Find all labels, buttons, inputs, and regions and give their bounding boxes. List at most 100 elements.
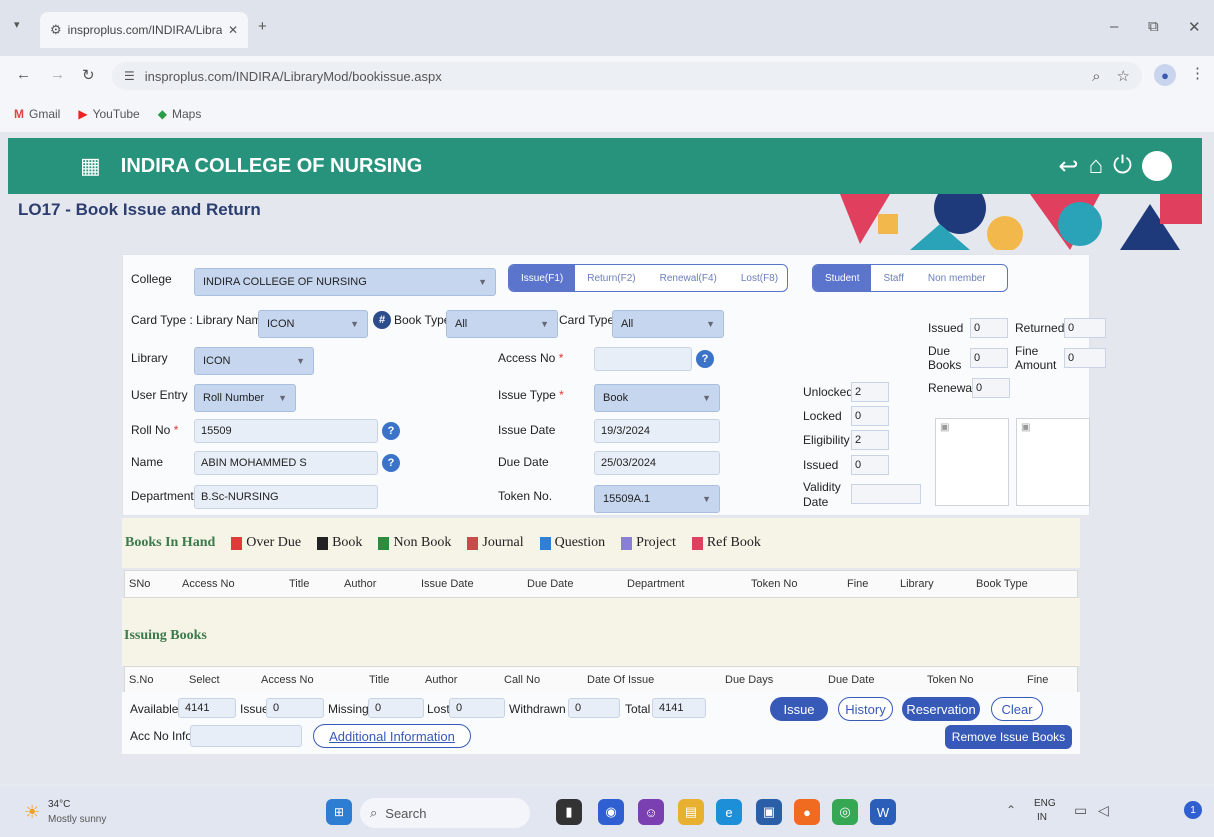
unlocked-label: Unlocked xyxy=(803,385,854,399)
legend-swatch xyxy=(231,536,243,550)
maps-icon: ◆ xyxy=(157,107,167,121)
menu-dots-icon[interactable]: ⋮ xyxy=(1190,64,1205,82)
library-name-select[interactable]: ICON ▼ xyxy=(258,310,368,338)
power-icon[interactable]: ⏻ xyxy=(1113,152,1132,180)
due-books-label: Due Books xyxy=(928,344,962,372)
close-window-icon[interactable]: ✕ xyxy=(1188,18,1201,36)
edge-icon[interactable]: e xyxy=(716,799,742,825)
bookmark-maps[interactable]: ◆ Maps xyxy=(158,107,202,121)
available-value: 4141 xyxy=(178,698,236,718)
new-tab-icon[interactable]: + xyxy=(258,18,267,35)
tab-return[interactable]: Return(F2) xyxy=(575,265,647,291)
reservation-button[interactable]: Reservation xyxy=(902,697,980,721)
issued-count-label: Issued xyxy=(928,321,964,335)
help-icon[interactable]: ? xyxy=(696,350,714,368)
issue-button[interactable]: Issue xyxy=(770,697,828,721)
bookmark-gmail[interactable]: M Gmail xyxy=(14,107,60,121)
acc-no-info-input[interactable] xyxy=(190,725,302,747)
tab-non-member[interactable]: Non member xyxy=(916,265,998,291)
column-header: Department xyxy=(627,578,685,590)
tab-lost[interactable]: Lost(F8) xyxy=(729,265,787,291)
windows-start-icon[interactable]: ⊞ xyxy=(326,799,352,825)
chrome-icon[interactable]: ◎ xyxy=(832,799,858,825)
bookmark-star-icon[interactable]: ☆ xyxy=(1117,67,1130,85)
page-title: LO17 - Book Issue and Return xyxy=(18,200,261,219)
app-grid-menu-icon[interactable]: ▦ xyxy=(80,153,101,179)
withdrawn-label: Withdrawn xyxy=(509,702,566,716)
legend-item: Question xyxy=(539,535,605,551)
access-no-input[interactable] xyxy=(594,347,692,371)
forward-icon[interactable]: → xyxy=(50,66,65,83)
site-info-icon[interactable]: ☰ xyxy=(124,69,135,83)
book-type-select[interactable]: All ▼ xyxy=(446,310,558,338)
task-view-icon[interactable]: ▮ xyxy=(556,799,582,825)
back-icon[interactable]: ← xyxy=(16,66,31,83)
column-header: Title xyxy=(289,578,310,590)
user-entry-select[interactable]: Roll Number ▼ xyxy=(194,384,296,412)
issuing-books-title: Issuing Books xyxy=(124,628,207,643)
hash-info-icon[interactable]: # xyxy=(373,311,391,329)
word-icon[interactable]: W xyxy=(870,799,896,825)
file-explorer-icon[interactable]: ▤ xyxy=(678,799,704,825)
tab-list-chevron-icon[interactable]: ▾ xyxy=(14,18,20,31)
department-input[interactable]: B.Sc-NURSING xyxy=(194,485,378,509)
lost-label: Lost xyxy=(427,702,450,716)
firefox-icon[interactable]: ● xyxy=(794,799,820,825)
legend-item: Journal xyxy=(467,535,524,551)
reload-icon[interactable]: ↻ xyxy=(82,66,95,84)
language-bottom[interactable]: IN xyxy=(1037,812,1047,823)
language-top[interactable]: ENG xyxy=(1034,798,1056,809)
column-header: Select xyxy=(189,674,220,686)
tab-issue[interactable]: Issue(F1) xyxy=(509,265,576,291)
bookmark-youtube[interactable]: ▶ YouTube xyxy=(78,107,139,121)
back-arrow-icon[interactable]: ↩ xyxy=(1058,152,1078,181)
column-header: Author xyxy=(344,578,377,590)
legend-item: Book xyxy=(317,535,362,551)
minimize-icon[interactable]: – xyxy=(1110,18,1118,35)
access-no-label: Access No * xyxy=(498,351,564,365)
weather-desc: Mostly sunny xyxy=(48,814,107,825)
student-sign-image: ▣ xyxy=(1016,418,1090,506)
notification-icon[interactable]: 1 xyxy=(1184,801,1202,819)
close-tab-icon[interactable]: ✕ xyxy=(228,23,238,37)
legend-swatch xyxy=(378,536,390,550)
user-avatar[interactable] xyxy=(1142,151,1172,181)
help-icon[interactable]: ? xyxy=(382,454,400,472)
app-icon[interactable]: ☺ xyxy=(638,799,664,825)
tab-staff[interactable]: Staff xyxy=(871,265,915,291)
roll-no-input[interactable]: 15509 xyxy=(194,419,378,443)
weather-sun-icon[interactable]: ☀ xyxy=(24,802,40,823)
home-icon[interactable]: ⌂ xyxy=(1089,152,1104,180)
card-type-select[interactable]: All ▼ xyxy=(612,310,724,338)
history-button[interactable]: History xyxy=(838,697,893,721)
missing-value: 0 xyxy=(368,698,424,718)
column-header: Due Date xyxy=(828,674,875,686)
due-date-input[interactable]: 25/03/2024 xyxy=(594,451,720,475)
chat-icon[interactable]: ◉ xyxy=(598,799,624,825)
due-books-value: 0 xyxy=(970,348,1008,368)
address-bar[interactable]: ☰ insproplus.com/INDIRA/LibraryMod/booki… xyxy=(112,62,1142,90)
token-no-select[interactable]: 15509A.1 ▼ xyxy=(594,485,720,513)
tab-renewal[interactable]: Renewal(F4) xyxy=(648,265,729,291)
restore-icon[interactable]: ⧉ xyxy=(1148,18,1159,35)
college-select[interactable]: INDIRA COLLEGE OF NURSING ▼ xyxy=(194,268,496,296)
tab-student[interactable]: Student xyxy=(813,265,872,291)
issue-type-select[interactable]: Book ▼ xyxy=(594,384,720,412)
tab-title: insproplus.com/INDIRA/Library xyxy=(67,23,222,37)
network-icon[interactable]: ▭ xyxy=(1074,802,1087,819)
library-select[interactable]: ICON ▼ xyxy=(194,347,314,375)
taskbar-search[interactable]: ⌕ Search xyxy=(360,798,530,828)
name-input[interactable]: ABIN MOHAMMED S xyxy=(194,451,378,475)
volume-icon[interactable]: ◁ xyxy=(1098,802,1109,819)
acc-no-info-label: Acc No Info xyxy=(130,729,193,743)
remove-issue-books-button[interactable]: Remove Issue Books xyxy=(945,725,1072,749)
clear-button[interactable]: Clear xyxy=(991,697,1043,721)
help-icon[interactable]: ? xyxy=(382,422,400,440)
zoom-icon[interactable]: ⌕ xyxy=(1092,68,1100,85)
tray-chevron-icon[interactable]: ⌃ xyxy=(1006,803,1016,817)
issue-date-input[interactable]: 19/3/2024 xyxy=(594,419,720,443)
store-icon[interactable]: ▣ xyxy=(756,799,782,825)
browser-tab[interactable]: ⚙ insproplus.com/INDIRA/Library ✕ xyxy=(40,12,248,48)
additional-information-button[interactable]: Additional Information xyxy=(313,724,471,748)
profile-icon[interactable]: ● xyxy=(1154,64,1176,86)
